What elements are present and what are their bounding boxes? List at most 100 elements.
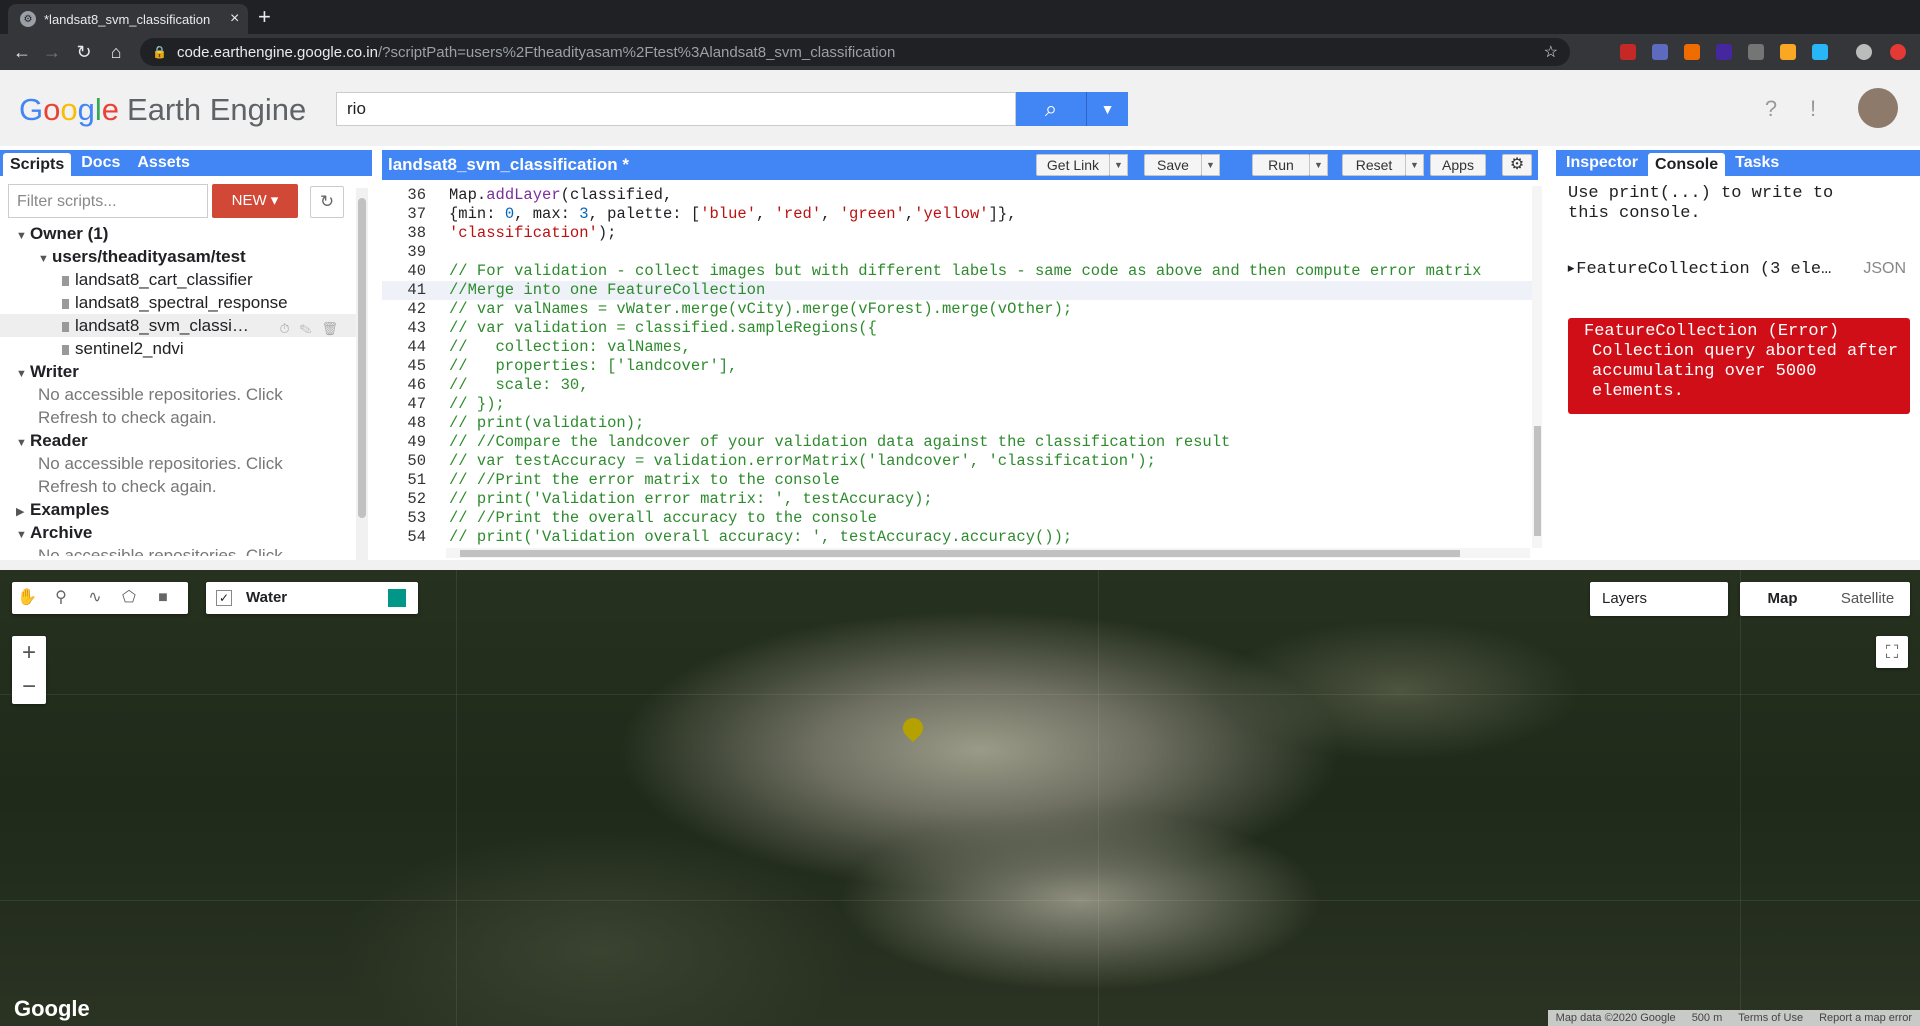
extension-icon[interactable] [1812,44,1828,60]
code-line[interactable]: 50 // var testAccuracy = validation.error… [382,452,1532,471]
tree-file-selected[interactable]: landsat8_svm_classi… ⏱✎🗑 [0,314,356,337]
code-line[interactable]: 46 // scale: 30, [382,376,1532,395]
tree-file[interactable]: sentinel2_ndvi [0,337,356,360]
report-error-link[interactable]: Report a map error [1811,1010,1920,1026]
profile-icon[interactable] [1856,44,1872,60]
map-type-satellite[interactable]: Satellite [1825,582,1910,616]
update-icon[interactable] [1890,44,1906,60]
tree-reader[interactable]: ▼ Reader [0,429,356,452]
avatar[interactable] [1858,88,1898,128]
hand-icon[interactable]: ✋ [14,585,40,611]
tab-assets[interactable]: Assets [130,151,196,175]
code-area[interactable]: 36 Map.addLayer(classified, 37 {min: 0, max… [382,186,1532,548]
expand-arrow-icon[interactable]: ▸ [1566,260,1576,279]
tree-examples[interactable]: ▶ Examples [0,498,356,521]
marker-icon[interactable]: ⚲ [48,585,74,611]
get-link-button[interactable]: Get Link [1036,154,1110,176]
tree-archive[interactable]: ▼ Archive [0,521,356,544]
code-line[interactable]: 49 // //Compare the landcover of your val… [382,433,1532,452]
line-icon[interactable]: ∿ [82,585,108,611]
rectangle-icon[interactable]: ■ [150,585,176,611]
search-input[interactable]: rio [336,92,1016,126]
code-line[interactable]: 40 // For validation - collect images but… [382,262,1532,281]
tree-file[interactable]: landsat8_cart_classifier [0,268,356,291]
code-line[interactable]: 37 {min: 0, max: 3, palette: ['blue', 're… [382,205,1532,224]
new-script-button[interactable]: NEW ▾ [212,184,298,218]
code-line[interactable]: 48 // print(validation); [382,414,1532,433]
reload-icon[interactable]: ↻ [72,40,96,64]
tree-file[interactable]: landsat8_spectral_response [0,291,356,314]
code-line[interactable]: 38 'classification'); [382,224,1532,243]
adblock-extension-icon[interactable] [1620,44,1636,60]
zoom-out-button[interactable]: − [12,670,46,704]
reset-button[interactable]: Reset [1342,154,1406,176]
code-line[interactable]: 51 // //Print the error matrix to the con… [382,471,1532,490]
editor-vertical-scrollbar[interactable] [1532,186,1542,548]
save-dropdown[interactable]: ▼ [1202,154,1220,176]
apps-button[interactable]: Apps [1430,154,1486,176]
map-marker-icon[interactable] [898,713,928,743]
code-line[interactable]: 45 // properties: ['landcover'], [382,357,1532,376]
feedback-icon[interactable]: ! [1798,94,1828,124]
close-tab-icon[interactable]: × [230,10,239,28]
address-bar[interactable]: 🔒 code.earthengine.google.co.in /?script… [140,38,1570,66]
save-button[interactable]: Save [1144,154,1202,176]
bookmark-star-icon[interactable]: ☆ [1544,42,1558,62]
settings-gear-icon[interactable]: ⚙ [1502,154,1532,176]
code-line[interactable]: 36 Map.addLayer(classified, [382,186,1532,205]
layer-color-swatch[interactable] [388,589,406,607]
extension-icon[interactable] [1716,44,1732,60]
filter-scripts-input[interactable]: Filter scripts... [8,184,208,218]
refresh-icon[interactable]: ↻ [310,186,344,218]
json-button[interactable]: JSON [1863,260,1906,278]
new-tab-icon[interactable]: + [258,4,271,30]
file-icon [62,275,69,286]
run-dropdown[interactable]: ▼ [1310,154,1328,176]
tree-owner[interactable]: ▼ Owner (1) [0,222,356,245]
help-icon[interactable]: ? [1756,94,1786,124]
tab-tasks[interactable]: Tasks [1728,151,1786,175]
polygon-icon[interactable]: ⬠ [116,585,142,611]
code-line[interactable]: 44 // collection: valNames, [382,338,1532,357]
search-options-dropdown[interactable]: ▼ [1086,92,1128,126]
tab-inspector[interactable]: Inspector [1559,151,1645,175]
left-scrollbar[interactable] [356,188,368,560]
code-line[interactable]: 41 //Merge into one FeatureCollection [382,281,1532,300]
tree-repo[interactable]: ▼ users/theadityasam/test [0,245,356,268]
tree-writer[interactable]: ▼ Writer [0,360,356,383]
map-type-map[interactable]: Map [1740,582,1825,616]
extension-icon[interactable] [1780,44,1796,60]
code-line[interactable]: 43 // var validation = classified.sampleR… [382,319,1532,338]
get-link-dropdown[interactable]: ▼ [1110,154,1128,176]
code-line[interactable]: 47 // }); [382,395,1532,414]
forward-icon[interactable]: → [40,40,64,64]
zoom-in-button[interactable]: + [12,636,46,670]
home-icon[interactable]: ⌂ [104,40,128,64]
layers-button[interactable]: Layers [1590,582,1728,616]
tab-docs[interactable]: Docs [74,151,127,175]
layer-checkbox[interactable]: ✓ [216,590,232,606]
extension-icon[interactable] [1684,44,1700,60]
fullscreen-icon[interactable]: ⛶ [1876,636,1908,668]
back-icon[interactable]: ← [10,40,34,64]
console-output-featurecollection[interactable]: ▸FeatureCollection (3 ele… JSON [1566,258,1916,279]
code-line[interactable]: 53 // //Print the overall accuracy to the… [382,509,1532,528]
console-error[interactable]: FeatureCollection (Error) Collection que… [1568,318,1910,414]
run-button[interactable]: Run [1252,154,1310,176]
browser-tab[interactable]: ⚙ *landsat8_svm_classification × [8,4,248,34]
code-line[interactable]: 54 // print('Validation overall accuracy:… [382,528,1532,547]
geometry-layer-legend[interactable]: ✓ Water [206,582,418,614]
extension-icon[interactable] [1652,44,1668,60]
map-view[interactable]: ✋ ⚲ ∿ ⬠ ■ ✓ Water + − Layers Map Satelli… [0,570,1920,1026]
editor-horizontal-scrollbar[interactable] [446,548,1530,558]
code-line[interactable]: 42 // var valNames = vWater.merge(vCity).… [382,300,1532,319]
panel-splitter[interactable] [0,560,1920,570]
extension-icon[interactable] [1748,44,1764,60]
search-button[interactable]: ⌕ [1016,92,1086,126]
reset-dropdown[interactable]: ▼ [1406,154,1424,176]
tab-console[interactable]: Console [1648,152,1726,177]
code-line[interactable]: 52 // print('Validation error matrix: ', … [382,490,1532,509]
terms-link[interactable]: Terms of Use [1730,1010,1811,1026]
tab-scripts[interactable]: Scripts [3,152,72,177]
code-line[interactable]: 39 [382,243,1532,262]
